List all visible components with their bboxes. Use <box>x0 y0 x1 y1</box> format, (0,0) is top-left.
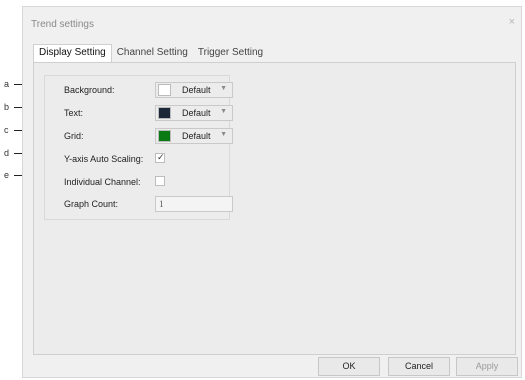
individual-channel-row: Individual Channel: <box>45 174 229 192</box>
background-color-dropdown[interactable]: Default ▼ <box>155 82 233 98</box>
callout-letter: e <box>4 170 10 180</box>
chevron-down-icon: ▼ <box>220 85 227 92</box>
close-icon[interactable]: × <box>509 16 515 28</box>
tab-content-panel: Background: Default ▼ Text: Default ▼ Gr… <box>33 62 516 355</box>
tab-strip: Display Setting Channel Setting Trigger … <box>33 44 268 63</box>
callout-letter: a <box>4 79 10 89</box>
background-label: Background: <box>64 85 115 95</box>
background-color-swatch <box>158 84 171 96</box>
y-axis-auto-scaling-checkbox[interactable]: ✓ <box>155 152 165 163</box>
graph-count-label: Graph Count: <box>64 199 119 209</box>
graph-count-row: Graph Count: 1 <box>45 196 233 214</box>
tab-trigger-setting[interactable]: Trigger Setting <box>193 44 268 62</box>
cancel-button[interactable]: Cancel <box>388 357 450 376</box>
chevron-down-icon: ▼ <box>220 108 227 115</box>
grid-color-dropdown[interactable]: Default ▼ <box>155 128 233 144</box>
background-row: Background: Default ▼ <box>45 82 233 100</box>
text-color-value: Default <box>182 108 211 118</box>
tab-channel-setting[interactable]: Channel Setting <box>112 44 193 62</box>
text-color-swatch <box>158 107 171 119</box>
callout-letter: d <box>4 148 10 158</box>
callout-letter: b <box>4 102 10 112</box>
y-axis-auto-scaling-row: Y-axis Auto Scaling: ✓ <box>45 151 229 169</box>
grid-label: Grid: <box>64 131 84 141</box>
y-axis-auto-scaling-label: Y-axis Auto Scaling: <box>64 154 144 164</box>
display-settings-group: Background: Default ▼ Text: Default ▼ Gr… <box>44 75 233 220</box>
text-label: Text: <box>64 108 84 118</box>
individual-channel-checkbox[interactable] <box>155 176 165 186</box>
grid-row: Grid: Default ▼ <box>45 128 233 146</box>
apply-button[interactable]: Apply <box>456 357 518 376</box>
text-row: Text: Default ▼ <box>45 105 233 123</box>
trend-settings-dialog: Trend settings × Display Setting Channel… <box>22 6 522 378</box>
background-color-value: Default <box>182 85 211 95</box>
text-color-dropdown[interactable]: Default ▼ <box>155 105 233 121</box>
tab-display-setting[interactable]: Display Setting <box>33 44 112 63</box>
individual-channel-label: Individual Channel: <box>64 177 141 187</box>
checkmark-icon: ✓ <box>157 152 165 162</box>
graph-count-input[interactable]: 1 <box>155 196 233 212</box>
chevron-down-icon: ▼ <box>220 131 227 138</box>
dialog-title: Trend settings <box>31 19 94 30</box>
grid-color-swatch <box>158 130 171 142</box>
ok-button[interactable]: OK <box>318 357 380 376</box>
grid-color-value: Default <box>182 131 211 141</box>
dialog-titlebar: Trend settings × <box>23 7 521 37</box>
callout-letter: c <box>4 125 9 135</box>
